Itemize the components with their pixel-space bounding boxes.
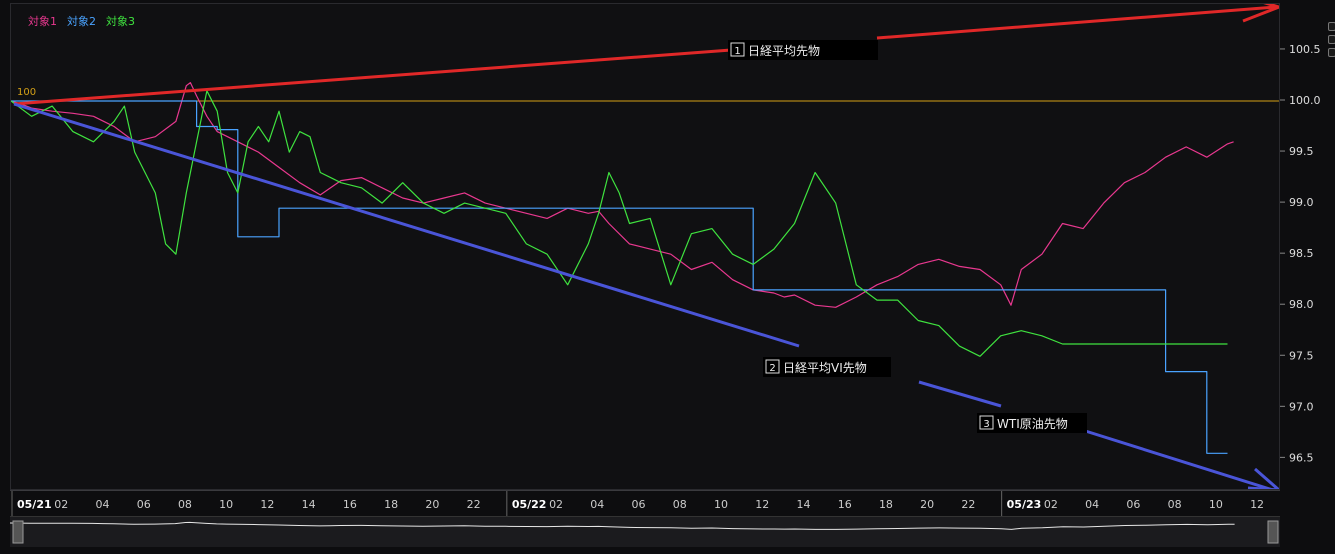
x-tick-label-4: 08	[178, 498, 192, 511]
legend-item-2[interactable]: 対象2	[67, 13, 96, 29]
navigator-svg	[9, 517, 1280, 547]
x-tick-label-1: 02	[54, 498, 68, 511]
x-tick-label-14: 04	[590, 498, 604, 511]
trend-arrow-blue-1	[13, 102, 800, 348]
zoom-out-icon[interactable]	[1328, 35, 1335, 44]
y-tick-label-3: 99.0	[1289, 196, 1314, 209]
annotation-num-3: 3	[983, 419, 989, 430]
x-tick-label-5: 10	[219, 498, 233, 511]
legend-item-1[interactable]: 対象1	[28, 13, 57, 29]
navigator-handle-right	[1267, 520, 1279, 544]
zoom-in-icon[interactable]	[1328, 22, 1335, 31]
x-tick-label-23: 22	[961, 498, 975, 511]
x-tick-label-6: 12	[260, 498, 274, 511]
x-axis-svg: 05/21 02 04 06 08 10 12 14 16 18 20 22 05/22 02 04 06 08…	[11, 491, 1305, 517]
x-tick-label-0: 05/21	[17, 498, 52, 511]
y-tick-label-2: 99.5	[1289, 145, 1314, 158]
x-tick-label-20: 16	[838, 498, 852, 511]
x-tick-label-19: 14	[796, 498, 810, 511]
trend-arrow-red-2	[876, 5, 1277, 40]
series-line-3	[11, 90, 1228, 357]
time-navigator[interactable]	[9, 516, 1280, 547]
trend-arrow-blue-2	[918, 380, 1002, 408]
annotation-label-2: 日経平均VI先物	[783, 361, 867, 375]
baseline-label: 100	[17, 87, 36, 98]
trend-arrow-red-head	[1242, 4, 1279, 23]
x-tick-label-21: 18	[879, 498, 893, 511]
x-tick-label-17: 10	[714, 498, 728, 511]
x-tick-label-16: 08	[673, 498, 687, 511]
annotation-num-1: 1	[734, 46, 740, 57]
y-axis: 100.5 100.0 99.5 99.0 98.5 98.0 97.5 97.0 96.5	[1280, 3, 1335, 490]
x-axis: 05/21 02 04 06 08 10 12 14 16 18 20 22 05/22 02 04 06 08…	[10, 490, 1305, 517]
y-tick-label-6: 97.5	[1289, 349, 1314, 362]
x-tick-label-12: 05/22	[512, 498, 547, 511]
x-tick-label-11: 22	[467, 498, 481, 511]
x-tick-label-28: 08	[1168, 498, 1182, 511]
trend-arrow-red-1	[13, 48, 732, 106]
x-tick-label-3: 06	[137, 498, 151, 511]
trend-arrow-blue-3	[1078, 427, 1275, 489]
annotation-label-3: WTI原油先物	[997, 417, 1068, 431]
y-tick-label-4: 98.5	[1289, 247, 1314, 260]
legend-item-3[interactable]: 対象3	[106, 13, 135, 29]
legend: 対象1 対象2 対象3	[28, 13, 135, 29]
settings-icon[interactable]	[1328, 48, 1335, 57]
x-tick-label-29: 10	[1209, 498, 1223, 511]
x-tick-label-24: 05/23	[1007, 498, 1042, 511]
y-tick-label-5: 98.0	[1289, 298, 1314, 311]
x-tick-label-18: 12	[755, 498, 769, 511]
x-tick-label-7: 14	[302, 498, 316, 511]
x-tick-label-8: 16	[343, 498, 357, 511]
x-tick-label-10: 20	[425, 498, 439, 511]
x-tick-label-15: 06	[632, 498, 646, 511]
x-tick-label-30: 12	[1250, 498, 1264, 511]
navigator-handle-left	[12, 520, 24, 544]
plot-area[interactable]: 100 1 日経平均先物 2 日経平均VI先物 3 WTI原油先物 対象1 対象2 対象3	[10, 3, 1280, 490]
x-tick-label-2: 04	[95, 498, 109, 511]
y-axis-svg: 100.5 100.0 99.5 99.0 98.5 98.0 97.5 97.0 96.5	[1280, 43, 1321, 464]
y-tick-label-1: 100.0	[1289, 94, 1321, 107]
x-tick-label-13: 02	[549, 498, 563, 511]
x-tick-label-27: 06	[1126, 498, 1140, 511]
x-tick-label-9: 18	[384, 498, 398, 511]
series-line-2	[11, 100, 1228, 454]
navigator-bg	[10, 517, 1280, 547]
annotation-label-1: 日経平均先物	[748, 44, 820, 58]
chart-window: 100 1 日経平均先物 2 日経平均VI先物 3 WTI原油先物 対象1 対象2 対象3…	[0, 0, 1335, 554]
x-tick-label-26: 04	[1085, 498, 1099, 511]
x-tick-label-22: 20	[920, 498, 934, 511]
annotation-num-2: 2	[769, 363, 775, 374]
y-tick-label-0: 100.5	[1289, 43, 1321, 56]
x-tick-label-25: 02	[1044, 498, 1058, 511]
y-tick-label-8: 96.5	[1289, 451, 1314, 464]
y-tick-label-7: 97.0	[1289, 400, 1314, 413]
plot-svg: 100 1 日経平均先物 2 日経平均VI先物 3 WTI原油先物	[11, 4, 1279, 489]
series-line-1	[11, 82, 1234, 308]
